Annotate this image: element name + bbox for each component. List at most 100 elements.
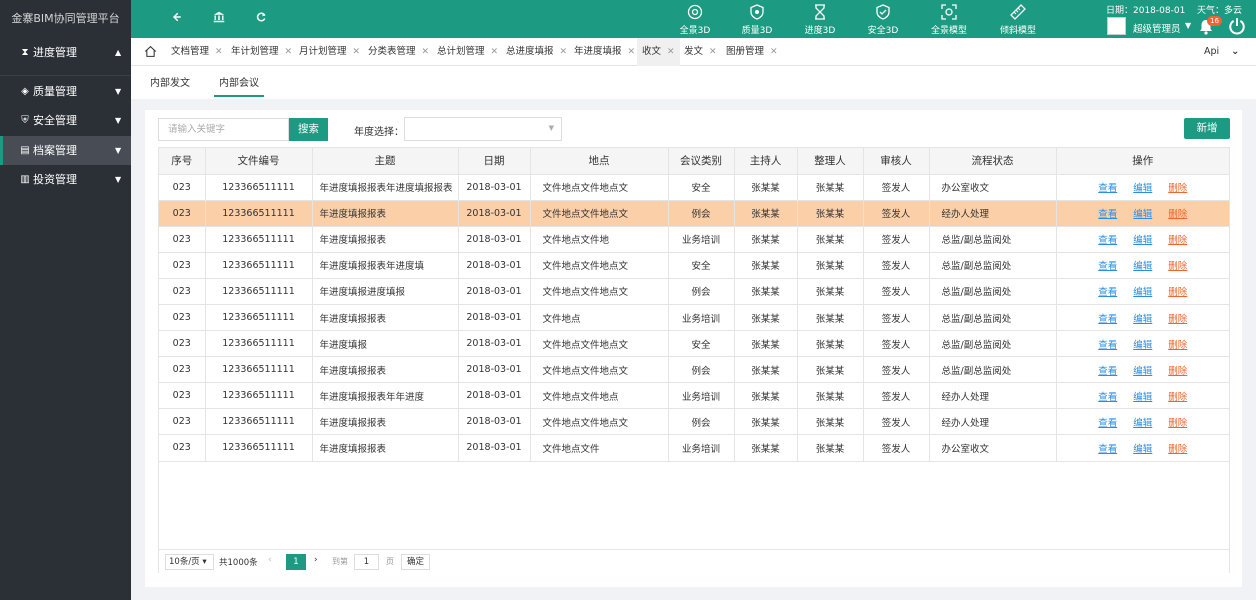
back-icon[interactable] (167, 9, 187, 29)
user-menu-caret-icon[interactable]: ▼ (1185, 21, 1191, 30)
refresh-icon[interactable] (251, 9, 271, 29)
table-row[interactable]: 023 123366511111 年进度填报报表年年进度 2018-03-01 文件地点… (159, 382, 1229, 410)
edit-link[interactable]: 编辑 (1133, 392, 1152, 403)
delete-link[interactable]: 删除 (1168, 209, 1187, 220)
delete-link[interactable]: 删除 (1168, 418, 1187, 429)
view-link[interactable]: 查看 (1098, 235, 1117, 246)
module-oblique-model[interactable]: 倾斜模型 (993, 4, 1043, 36)
bank-icon[interactable] (209, 9, 229, 29)
edit-link[interactable]: 编辑 (1133, 235, 1152, 246)
add-button[interactable]: 新增 (1184, 118, 1230, 139)
tab-doc-management[interactable]: 文档管理 ✕ (171, 38, 223, 66)
close-icon[interactable]: ✕ (628, 47, 636, 57)
delete-link[interactable]: 删除 (1168, 392, 1187, 403)
delete-link[interactable]: 删除 (1168, 314, 1187, 325)
goto-confirm-button[interactable]: 确定 (401, 554, 430, 570)
table-row[interactable]: 023 123366511111 年进度填报报表 2018-03-01 文件地点文件地点… (159, 356, 1229, 384)
delete-link[interactable]: 删除 (1168, 235, 1187, 246)
edit-link[interactable]: 编辑 (1133, 314, 1152, 325)
prev-page-icon[interactable]: ‹ (268, 555, 272, 565)
table-row[interactable]: 023 123366511111 年进度填报进度填报 2018-03-01 文件地点文件… (159, 278, 1229, 305)
next-page-icon[interactable]: › (314, 555, 318, 565)
sidebar-item-safety[interactable]: ⛨ 安全管理 ▼ (0, 106, 131, 135)
goto-page-input[interactable]: 1 (354, 554, 379, 570)
year-select[interactable]: ▼ (404, 117, 562, 141)
tab-outgoing[interactable]: 发文 ✕ (684, 38, 717, 66)
table-row[interactable]: 023 123366511111 年进度填报报表 2018-03-01 文件地点 业务培训… (159, 304, 1229, 332)
edit-link[interactable]: 编辑 (1133, 366, 1152, 377)
edit-link[interactable]: 编辑 (1133, 444, 1152, 455)
tab-internal-meeting[interactable]: 内部会议 (219, 74, 259, 89)
edit-link[interactable]: 编辑 (1133, 183, 1152, 194)
delete-link[interactable]: 删除 (1168, 366, 1187, 377)
close-icon[interactable]: ✕ (353, 47, 361, 57)
delete-link[interactable]: 删除 (1168, 340, 1187, 351)
chevron-down-icon[interactable]: ⌄ (1231, 38, 1239, 66)
username[interactable]: 超级管理员 (1133, 21, 1181, 35)
view-link[interactable]: 查看 (1098, 392, 1117, 403)
view-link[interactable]: 查看 (1098, 209, 1117, 220)
tab-annual-plan[interactable]: 年计划管理 ✕ (231, 38, 292, 66)
sidebar-item-quality[interactable]: ◈ 质量管理 ▼ (0, 77, 131, 106)
view-link[interactable]: 查看 (1098, 261, 1117, 272)
close-icon[interactable]: ✕ (491, 47, 499, 57)
cell-reviewer: 签发人 (863, 408, 930, 436)
sidebar-item-archive[interactable]: ▤ 档案管理 ▼ (0, 136, 131, 165)
close-icon[interactable]: ✕ (285, 47, 293, 57)
module-quality-3d[interactable]: 质量3D (732, 4, 782, 36)
cell-reviewer: 签发人 (863, 226, 930, 253)
table-row[interactable]: 023 123366511111 年进度填报报表年进度填 2018-03-01 文件地点… (159, 252, 1229, 279)
sidebar-item-progress[interactable]: ⧗ 进度管理 ▲ (0, 38, 131, 67)
table-row[interactable]: 023 123366511111 年进度填报报表 2018-03-01 文件地点文件地业… (159, 226, 1229, 253)
edit-link[interactable]: 编辑 (1133, 209, 1152, 220)
search-button[interactable]: 搜索 (289, 118, 328, 141)
table-row[interactable]: 023 123366511111 年进度填报报表 2018-03-01 文件地点文件地点… (159, 200, 1229, 227)
table-row[interactable]: 023 123366511111 年进度填报 2018-03-01 文件地点文件地点文安… (159, 330, 1229, 358)
edit-link[interactable]: 编辑 (1133, 287, 1152, 298)
delete-link[interactable]: 删除 (1168, 444, 1187, 455)
close-icon[interactable]: ✕ (215, 47, 223, 57)
page-size-select[interactable]: 10条/页 ▾ (165, 554, 214, 570)
avatar[interactable] (1107, 17, 1126, 35)
close-icon[interactable]: ✕ (770, 47, 778, 57)
delete-link[interactable]: 删除 (1168, 183, 1187, 194)
edit-link[interactable]: 编辑 (1133, 340, 1152, 351)
tab-master-plan[interactable]: 总计划管理 ✕ (437, 38, 498, 66)
close-icon[interactable]: ✕ (709, 47, 717, 57)
edit-link[interactable]: 编辑 (1133, 418, 1152, 429)
tab-annual-progress[interactable]: 年进度填报 ✕ (574, 38, 635, 66)
tab-atlas[interactable]: 图册管理 ✕ (726, 38, 778, 66)
home-icon[interactable] (144, 45, 157, 58)
sub-tabs: 内部发文 内部会议 (131, 66, 1256, 99)
tab-classification[interactable]: 分类表管理 ✕ (368, 38, 429, 66)
tab-internal-doc[interactable]: 内部发文 (150, 74, 190, 89)
edit-link[interactable]: 编辑 (1133, 261, 1152, 272)
tab-monthly-plan[interactable]: 月计划管理 ✕ (299, 38, 360, 66)
table-row[interactable]: 023 123366511111 年进度填报报表 2018-03-01 文件地点文件地点… (159, 408, 1229, 436)
close-icon[interactable]: ✕ (667, 47, 675, 57)
api-label[interactable]: Api (1204, 38, 1219, 66)
view-link[interactable]: 查看 (1098, 183, 1117, 194)
module-progress-3d[interactable]: 进度3D (795, 4, 845, 36)
search-input[interactable]: 请输入关键字 (158, 118, 289, 141)
view-link[interactable]: 查看 (1098, 444, 1117, 455)
view-link[interactable]: 查看 (1098, 366, 1117, 377)
close-icon[interactable]: ✕ (560, 47, 568, 57)
view-link[interactable]: 查看 (1098, 340, 1117, 351)
tab-incoming[interactable]: 收文 ✕ (637, 38, 680, 66)
sidebar-item-investment[interactable]: ▥ 投资管理 ▼ (0, 165, 131, 194)
current-page-button[interactable]: 1 (286, 554, 306, 570)
table-row[interactable]: 023 123366511111 年进度填报报表 2018-03-01 文件地点文件 业务… (159, 434, 1229, 462)
power-icon[interactable] (1228, 17, 1246, 35)
delete-link[interactable]: 删除 (1168, 261, 1187, 272)
view-link[interactable]: 查看 (1098, 287, 1117, 298)
tab-total-progress[interactable]: 总进度填报 ✕ (506, 38, 567, 66)
view-link[interactable]: 查看 (1098, 314, 1117, 325)
close-icon[interactable]: ✕ (422, 47, 430, 57)
module-panorama-3d[interactable]: 全景3D (670, 4, 720, 36)
delete-link[interactable]: 删除 (1168, 287, 1187, 298)
module-safety-3d[interactable]: 安全3D (858, 4, 908, 36)
table-row[interactable]: 023 123366511111 年进度填报报表年进度填报报表 2018-03-01 文… (159, 174, 1229, 201)
view-link[interactable]: 查看 (1098, 418, 1117, 429)
module-panorama-model[interactable]: 全景模型 (924, 4, 974, 36)
